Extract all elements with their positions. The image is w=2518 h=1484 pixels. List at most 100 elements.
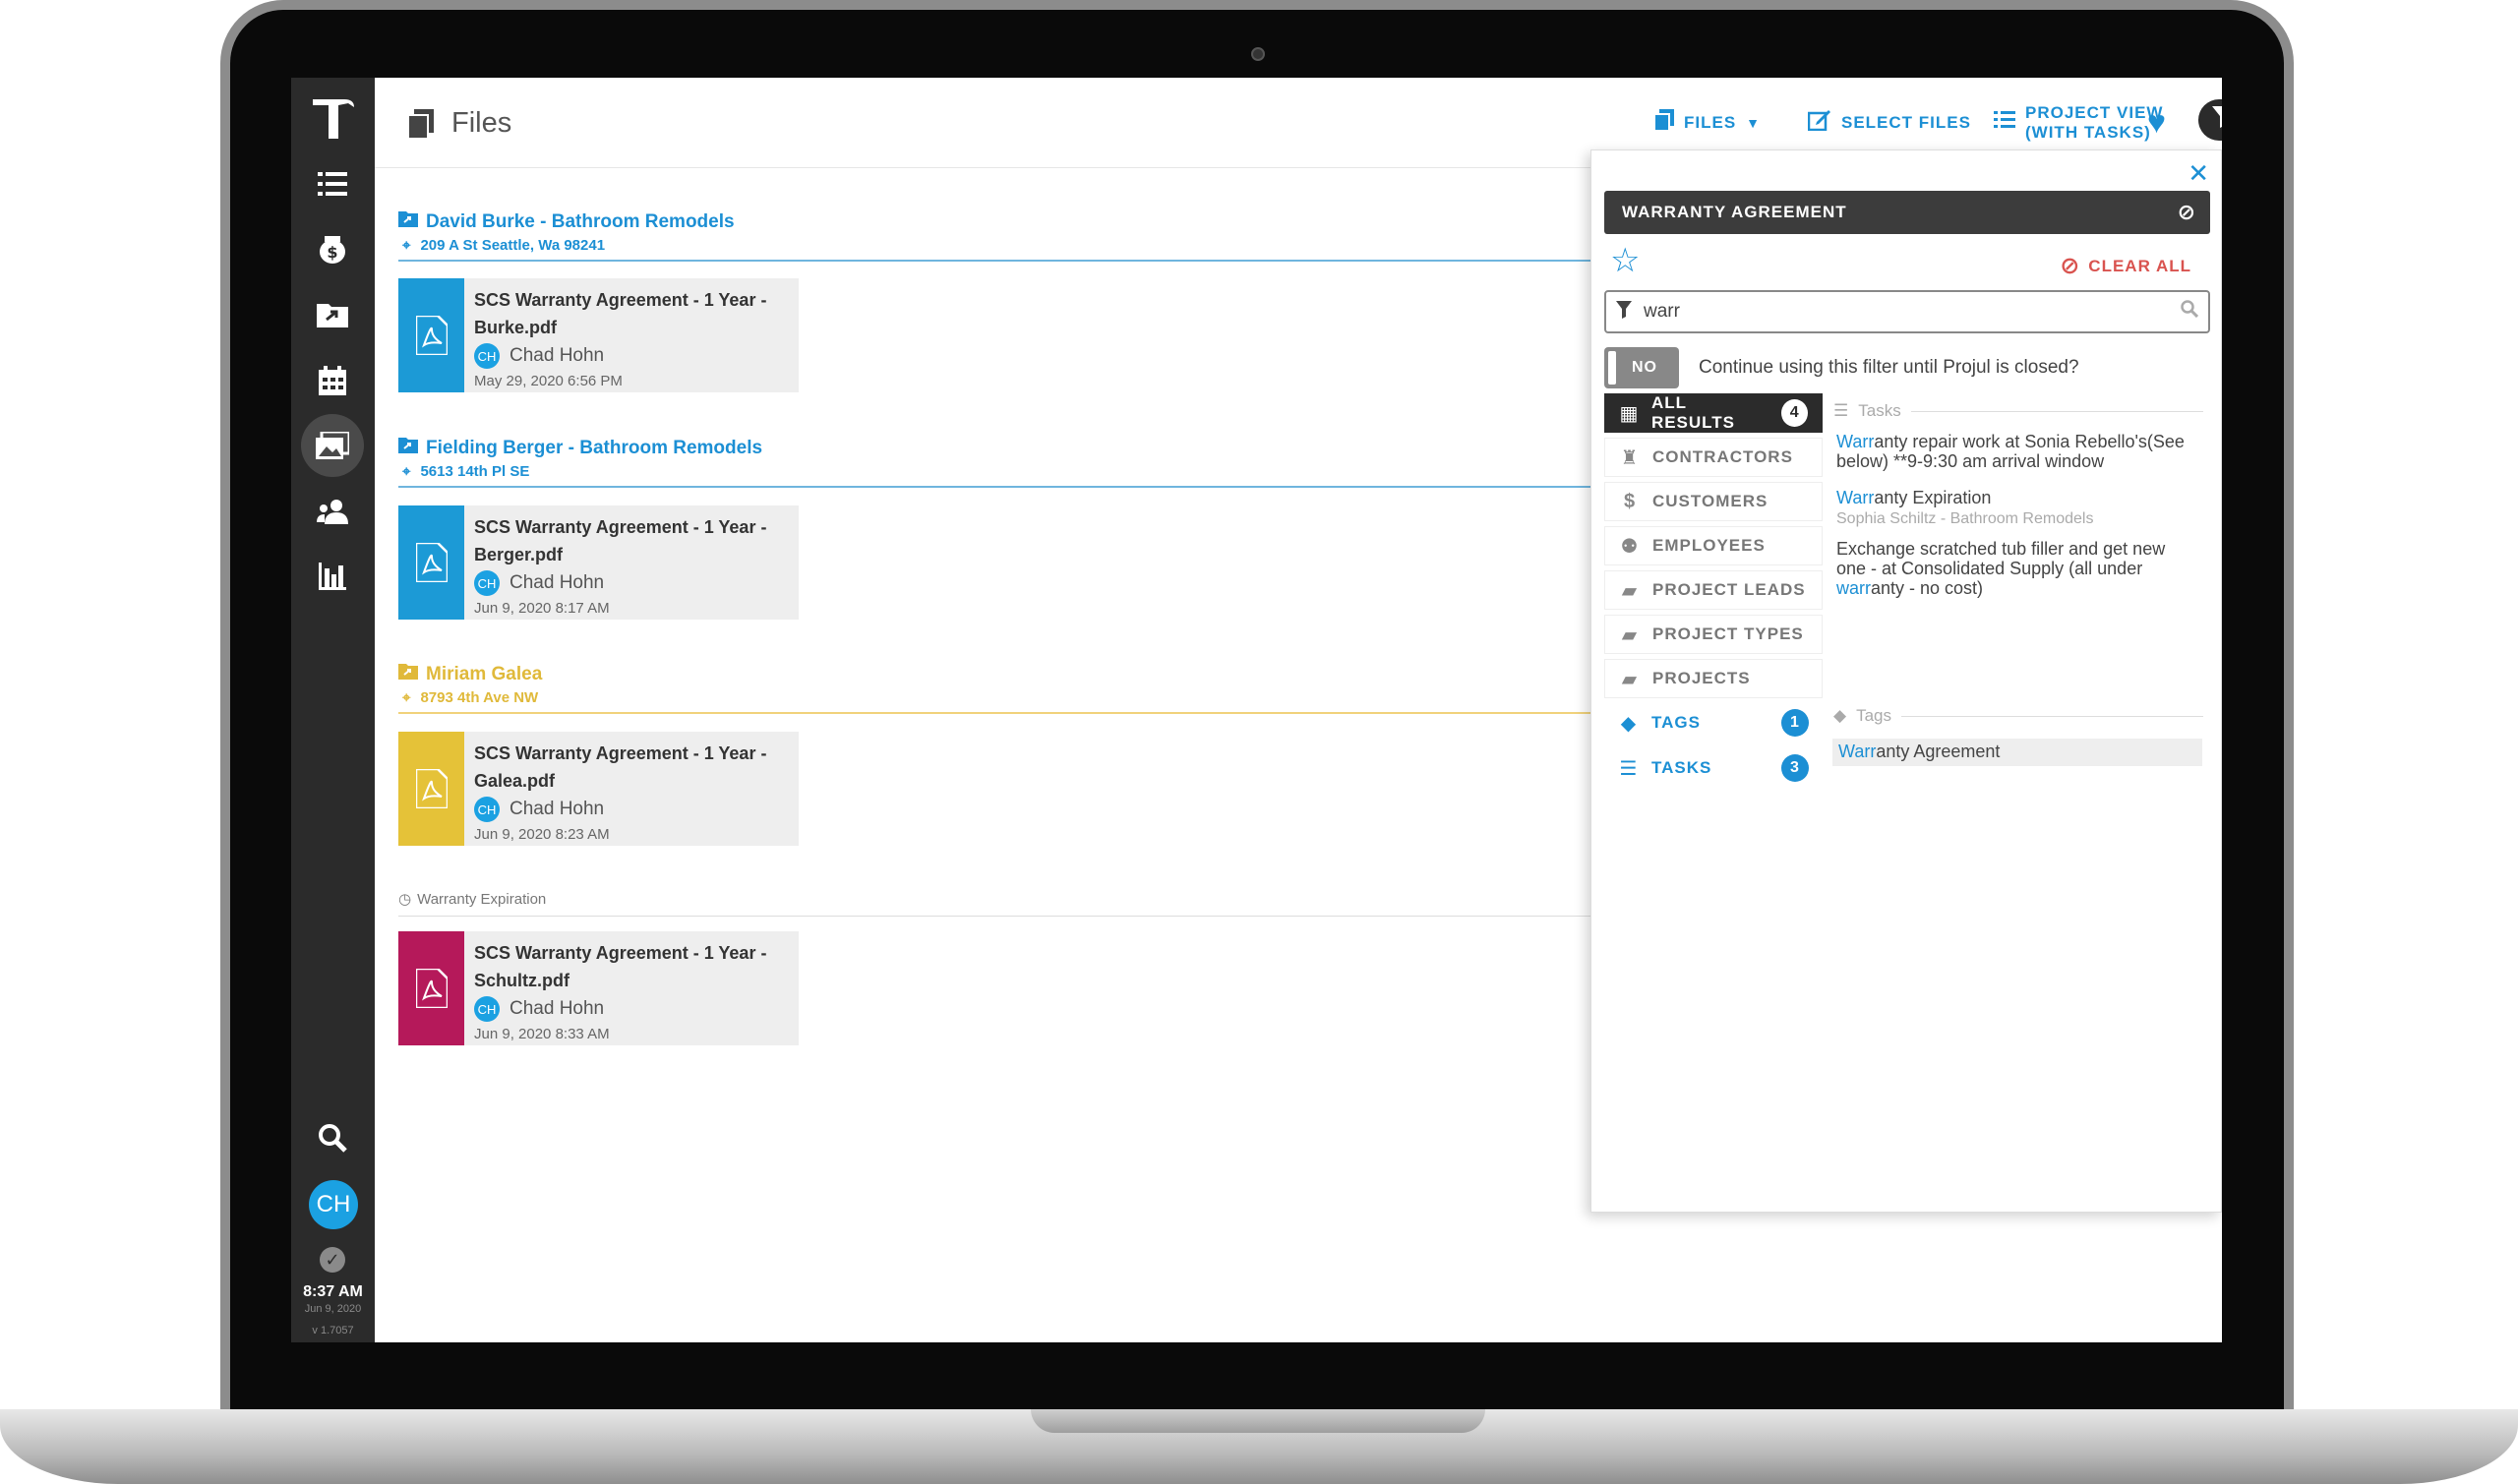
results-heading-text: Tags (1856, 706, 1891, 725)
status-check-icon: ✓ (320, 1247, 345, 1273)
funnel-icon (2212, 105, 2222, 135)
author-avatar: CH (474, 797, 500, 822)
project-group-title[interactable]: Miriam Galea (398, 664, 1618, 685)
author-avatar: CH (474, 570, 500, 596)
file-name: SCS Warranty Agreement - 1 Year - Berger.… (474, 517, 767, 564)
user-avatar[interactable]: CH (309, 1180, 358, 1229)
calendar-icon[interactable] (301, 349, 364, 412)
money-bag-icon[interactable]: $ (301, 218, 364, 281)
files-dropdown-button[interactable]: FILES ▼ (1653, 109, 1761, 137)
funnel-icon (1616, 300, 1632, 324)
clear-all-button[interactable]: ⊘ CLEAR ALL (2060, 252, 2191, 280)
project-group: Miriam Galea ⌖ 8793 4th Ave NW (398, 664, 1618, 714)
file-author: CH Chad Hohn (474, 343, 766, 369)
project-group: David Burke - Bathroom Remodels ⌖ 209 A … (398, 211, 1618, 262)
task-group-title[interactable]: ◷ Warranty Expiration (398, 890, 1618, 909)
project-group-title-text: Fielding Berger - Bathroom Remodels (426, 438, 763, 458)
star-favorite-icon[interactable]: ☆ (1610, 241, 1640, 280)
list-check-icon (1994, 110, 2015, 136)
project-group-address: ⌖ 5613 14th Pl SE (402, 463, 1618, 480)
results-tasks-heading: ☰ Tasks (1833, 401, 2203, 421)
svg-text:$: $ (327, 243, 337, 262)
project-group-title-text: David Burke - Bathroom Remodels (426, 211, 735, 232)
results-heading-text: Tasks (1858, 401, 1901, 420)
project-folder-icon[interactable] (301, 283, 364, 346)
result-task-item[interactable]: Warranty repair work at Sonia Rebello's(… (1836, 432, 2206, 471)
category-contractors[interactable]: ♜ CONTRACTORS (1604, 438, 1823, 477)
category-label: TASKS (1651, 758, 1712, 777)
filter-panel: ✕ WARRANTY AGREEMENT ⊘ ☆ ⊘ CLEAR ALL war… (1590, 149, 2222, 1213)
author-avatar: CH (474, 343, 500, 369)
tag-icon: ◆ (1620, 712, 1638, 735)
pdf-file-icon (398, 732, 464, 846)
tasks-icon[interactable] (301, 152, 364, 215)
remove-filter-icon[interactable]: ⊘ (2178, 200, 2196, 225)
clock-time: 8:37 AM (303, 1283, 363, 1300)
file-date: Jun 9, 2020 8:17 AM (474, 600, 610, 617)
project-view-label: PROJECT VIEW (WITH TASKS) (2025, 103, 2164, 142)
project-folder-icon (398, 438, 418, 459)
bar-chart-icon[interactable] (301, 545, 364, 608)
files-dropdown-label: FILES (1684, 113, 1737, 132)
folder-icon: ▰ (1621, 623, 1639, 646)
select-files-button[interactable]: SELECT FILES (1807, 109, 1971, 137)
project-group-title[interactable]: Fielding Berger - Bathroom Remodels (398, 438, 1618, 459)
file-info: SCS Warranty Agreement - 1 Year - Galea.p… (464, 732, 776, 846)
project-group-title[interactable]: David Burke - Bathroom Remodels (398, 211, 1618, 233)
close-icon[interactable]: ✕ (2188, 158, 2209, 189)
favorites-heart-icon[interactable]: ♥ (2147, 104, 2166, 141)
persist-filter-text: Continue using this filter until Projul … (1699, 357, 2079, 378)
task-group: ◷ Warranty Expiration (398, 890, 1618, 917)
files-icon (407, 109, 434, 146)
persist-filter-toggle[interactable]: NO (1604, 347, 1679, 388)
clear-all-label: CLEAR ALL (2088, 256, 2191, 275)
category-all-results[interactable]: ▦ ALL RESULTS 4 (1604, 393, 1823, 433)
ban-icon: ⊘ (2060, 253, 2081, 279)
category-label: ALL RESULTS (1650, 393, 1736, 432)
file-card[interactable]: SCS Warranty Agreement - 1 Year - Berger.… (398, 505, 799, 620)
author-name: Chad Hohn (510, 799, 605, 819)
photos-icon[interactable] (301, 414, 364, 477)
project-group: Fielding Berger - Bathroom Remodels ⌖ 56… (398, 438, 1618, 488)
category-project-leads[interactable]: ▰ PROJECT LEADS (1604, 570, 1823, 610)
file-card[interactable]: SCS Warranty Agreement - 1 Year - Schultz… (398, 931, 799, 1045)
pdf-file-icon (398, 505, 464, 620)
author-name: Chad Hohn (510, 345, 605, 366)
page-title: Files (451, 107, 512, 139)
category-label: TAGS (1651, 713, 1701, 732)
author-avatar: CH (474, 996, 500, 1022)
file-date: Jun 9, 2020 8:23 AM (474, 826, 610, 843)
results-tags-heading: ◆ Tags (1833, 706, 2203, 726)
file-name: SCS Warranty Agreement - 1 Year - Galea.p… (474, 743, 767, 791)
category-label: PROJECT LEADS (1652, 580, 1806, 599)
result-task-item[interactable]: Exchange scratched tub filler and get ne… (1836, 539, 2206, 598)
group-divider (398, 260, 1618, 262)
file-card[interactable]: SCS Warranty Agreement - 1 Year - Galea.p… (398, 732, 799, 846)
active-filter-tag[interactable]: WARRANTY AGREEMENT ⊘ (1604, 191, 2210, 234)
list-check-icon: ☰ (1619, 757, 1639, 780)
map-pin-icon: ⌖ (402, 689, 411, 706)
result-tag-item[interactable]: Warranty Agreement (1832, 739, 2202, 766)
laptop-frame: $ CH ✓ 8:37 AM Jun 9, 2020 v 1.7057 File… (0, 0, 2518, 1484)
group-divider (398, 712, 1618, 714)
laptop-notch (1031, 1409, 1485, 1433)
list-check-icon: ☰ (1833, 401, 1849, 420)
project-view-dropdown-button[interactable]: PROJECT VIEW (WITH TASKS) ▼ (1994, 103, 2222, 142)
category-projects[interactable]: ▰ PROJECTS (1604, 659, 1823, 698)
people-icon[interactable] (301, 480, 364, 543)
category-project-types[interactable]: ▰ PROJECT TYPES (1604, 615, 1823, 654)
hammer-logo-icon[interactable] (305, 89, 360, 145)
result-task-subtitle: Sophia Schiltz - Bathroom Remodels (1836, 510, 2094, 527)
file-card[interactable]: SCS Warranty Agreement - 1 Year - Burke.p… (398, 278, 799, 392)
clock-date: Jun 9, 2020 (304, 1303, 362, 1315)
file-author: CH Chad Hohn (474, 996, 766, 1022)
category-tasks[interactable]: ☰ TASKS 3 (1604, 748, 1823, 788)
filter-search-input[interactable]: warr (1604, 290, 2210, 333)
search-icon[interactable] (301, 1106, 364, 1169)
pdf-file-icon (398, 931, 464, 1045)
category-tags[interactable]: ◆ TAGS 1 (1604, 703, 1823, 742)
category-customers[interactable]: $ CUSTOMERS (1604, 482, 1823, 521)
file-date: Jun 9, 2020 8:33 AM (474, 1026, 610, 1042)
result-task-item[interactable]: Warranty Expiration (1836, 488, 2206, 507)
category-employees[interactable]: ⚉ EMPLOYEES (1604, 526, 1823, 565)
